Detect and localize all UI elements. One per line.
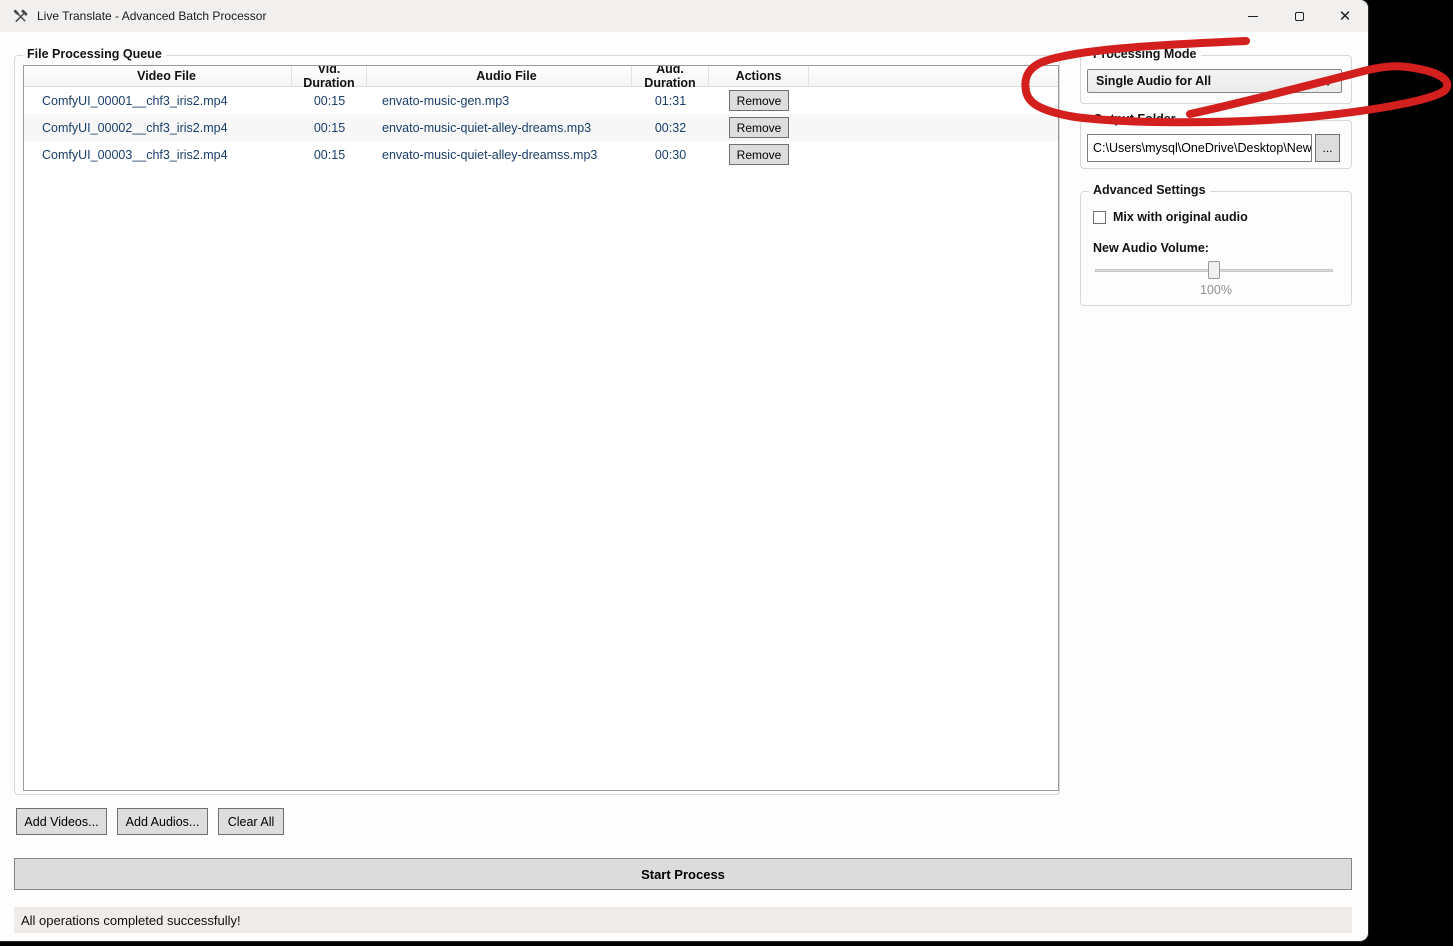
queue-rows: ComfyUI_00001__chf3_iris2.mp400:15envato… — [24, 87, 1058, 168]
screenshot-stage: Live Translate - Advanced Batch Processo… — [0, 0, 1453, 946]
actions-cell: Remove — [709, 144, 809, 165]
output-folder-group: Output Folder C:\Users\mysql\OneDrive\De… — [1080, 120, 1352, 169]
slider-thumb[interactable] — [1208, 261, 1220, 279]
column-header-filler — [809, 66, 1058, 86]
output-folder-path: C:\Users\mysql\OneDrive\Desktop\New f — [1093, 141, 1312, 155]
volume-slider[interactable] — [1095, 261, 1333, 279]
maximize-button[interactable] — [1276, 0, 1322, 32]
audio-file-cell: envato-music-quiet-alley-dreams.mp3 — [367, 121, 632, 135]
queue-group-label: File Processing Queue — [23, 47, 166, 61]
audio-file-cell: envato-music-quiet-alley-dreamss.mp3 — [367, 148, 632, 162]
remove-button[interactable]: Remove — [729, 90, 789, 111]
status-message: All operations completed successfully! — [21, 913, 241, 928]
minimize-icon — [1248, 16, 1258, 17]
close-icon: ✕ — [1339, 9, 1352, 24]
add-audios-button[interactable]: Add Audios... — [117, 808, 208, 835]
minimize-button[interactable] — [1230, 0, 1276, 32]
file-processing-queue-group: File Processing Queue Video File Vid. Du… — [14, 55, 1060, 795]
title-bar: Live Translate - Advanced Batch Processo… — [0, 0, 1368, 32]
chevron-down-icon — [1323, 77, 1332, 86]
add-videos-button[interactable]: Add Videos... — [16, 808, 107, 835]
video-duration-cell: 00:15 — [292, 94, 367, 108]
advanced-settings-group: Advanced Settings Mix with original audi… — [1080, 191, 1352, 306]
processing-mode-group: Processing Mode Single Audio for All — [1080, 55, 1352, 104]
queue-table-header: Video File Vid. Duration Audio File Aud.… — [24, 66, 1058, 87]
hammer-wrench-icon — [13, 8, 29, 24]
audio-duration-cell: 01:31 — [632, 94, 709, 108]
queue-table: Video File Vid. Duration Audio File Aud.… — [23, 65, 1059, 791]
video-file-cell: ComfyUI_00003__chf3_iris2.mp4 — [24, 148, 292, 162]
advanced-settings-label: Advanced Settings — [1089, 183, 1210, 197]
video-duration-cell: 00:15 — [292, 121, 367, 135]
browse-button[interactable]: ... — [1315, 134, 1340, 162]
remove-button[interactable]: Remove — [729, 117, 789, 138]
column-header-audio-file[interactable]: Audio File — [367, 66, 632, 86]
column-header-video-file[interactable]: Video File — [24, 66, 292, 86]
app-window: Live Translate - Advanced Batch Processo… — [0, 0, 1368, 941]
video-duration-cell: 00:15 — [292, 148, 367, 162]
remove-button[interactable]: Remove — [729, 144, 789, 165]
processing-mode-label: Processing Mode — [1089, 47, 1201, 61]
actions-cell: Remove — [709, 117, 809, 138]
audio-duration-cell: 00:30 — [632, 148, 709, 162]
volume-value: 100% — [1081, 283, 1351, 297]
table-row: ComfyUI_00002__chf3_iris2.mp400:15envato… — [24, 114, 1058, 141]
mix-audio-label: Mix with original audio — [1113, 210, 1248, 224]
audio-duration-cell: 00:32 — [632, 121, 709, 135]
video-file-cell: ComfyUI_00002__chf3_iris2.mp4 — [24, 121, 292, 135]
processing-mode-dropdown[interactable]: Single Audio for All — [1087, 69, 1342, 93]
table-row: ComfyUI_00001__chf3_iris2.mp400:15envato… — [24, 87, 1058, 114]
actions-cell: Remove — [709, 90, 809, 111]
mix-audio-checkbox[interactable] — [1093, 211, 1106, 224]
mix-audio-row: Mix with original audio — [1093, 210, 1248, 224]
clear-all-button[interactable]: Clear All — [218, 808, 284, 835]
volume-label: New Audio Volume: — [1093, 241, 1209, 255]
window-controls: ✕ — [1230, 0, 1368, 32]
processing-mode-selected: Single Audio for All — [1096, 74, 1211, 88]
table-row: ComfyUI_00003__chf3_iris2.mp400:15envato… — [24, 141, 1058, 168]
audio-file-cell: envato-music-gen.mp3 — [367, 94, 632, 108]
maximize-icon — [1295, 12, 1304, 21]
column-header-actions[interactable]: Actions — [709, 66, 809, 86]
column-header-aud-duration[interactable]: Aud. Duration — [632, 66, 709, 86]
output-folder-label: Output Folder — [1089, 112, 1180, 126]
close-button[interactable]: ✕ — [1322, 0, 1368, 32]
column-header-vid-duration[interactable]: Vid. Duration — [292, 66, 367, 86]
status-bar: All operations completed successfully! — [14, 907, 1352, 933]
output-folder-input[interactable]: C:\Users\mysql\OneDrive\Desktop\New f — [1087, 134, 1312, 162]
window-title: Live Translate - Advanced Batch Processo… — [37, 9, 266, 23]
start-process-button[interactable]: Start Process — [14, 858, 1352, 890]
video-file-cell: ComfyUI_00001__chf3_iris2.mp4 — [24, 94, 292, 108]
